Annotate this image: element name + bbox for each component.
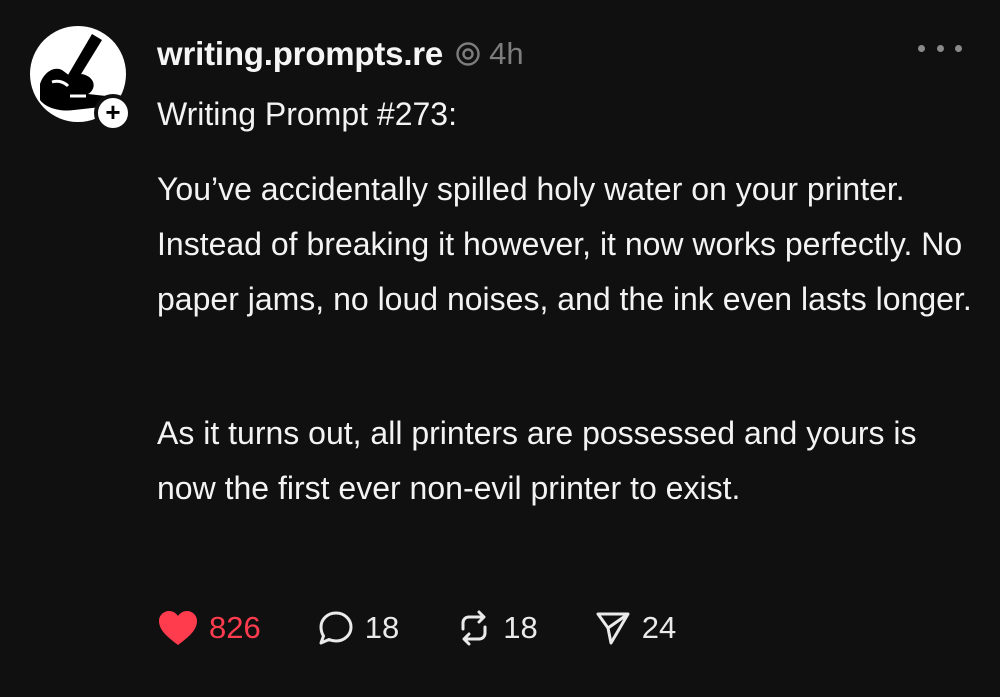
more-options-icon xyxy=(955,44,962,52)
reply-button[interactable]: 18 xyxy=(317,609,399,647)
reply-count: 18 xyxy=(364,610,400,645)
follow-button[interactable]: + xyxy=(94,94,132,132)
comment-icon xyxy=(319,611,353,645)
more-options-button[interactable] xyxy=(918,36,962,60)
more-options-icon xyxy=(918,44,925,52)
post-paragraph-2: As it turns out, all printers are posses… xyxy=(157,415,917,506)
avatar-container[interactable]: + xyxy=(30,26,132,132)
post-header: writing.prompts.re 4h xyxy=(157,32,524,76)
post-card: + writing.prompts.re 4h Writing Prompt #… xyxy=(0,0,1000,697)
post-time: 4h xyxy=(489,36,524,71)
share-count: 24 xyxy=(641,610,677,645)
repost-count: 18 xyxy=(503,610,538,645)
repost-icon xyxy=(461,610,487,646)
share-button[interactable]: 24 xyxy=(594,609,676,647)
action-bar: 826 18 18 24 xyxy=(157,604,732,652)
repost-button[interactable]: 18 xyxy=(455,609,538,647)
like-button[interactable]: 826 xyxy=(157,609,261,647)
username[interactable]: writing.prompts.re xyxy=(157,35,443,73)
send-icon xyxy=(596,612,630,645)
heart-icon xyxy=(159,611,197,645)
post-paragraph-1: You’ve accidentally spilled holy water o… xyxy=(157,171,972,317)
threads-icon xyxy=(456,42,480,66)
post-title: Writing Prompt #273: xyxy=(157,96,457,132)
like-count: 826 xyxy=(209,610,261,645)
plus-icon: + xyxy=(105,97,121,127)
more-options-icon xyxy=(936,44,944,52)
